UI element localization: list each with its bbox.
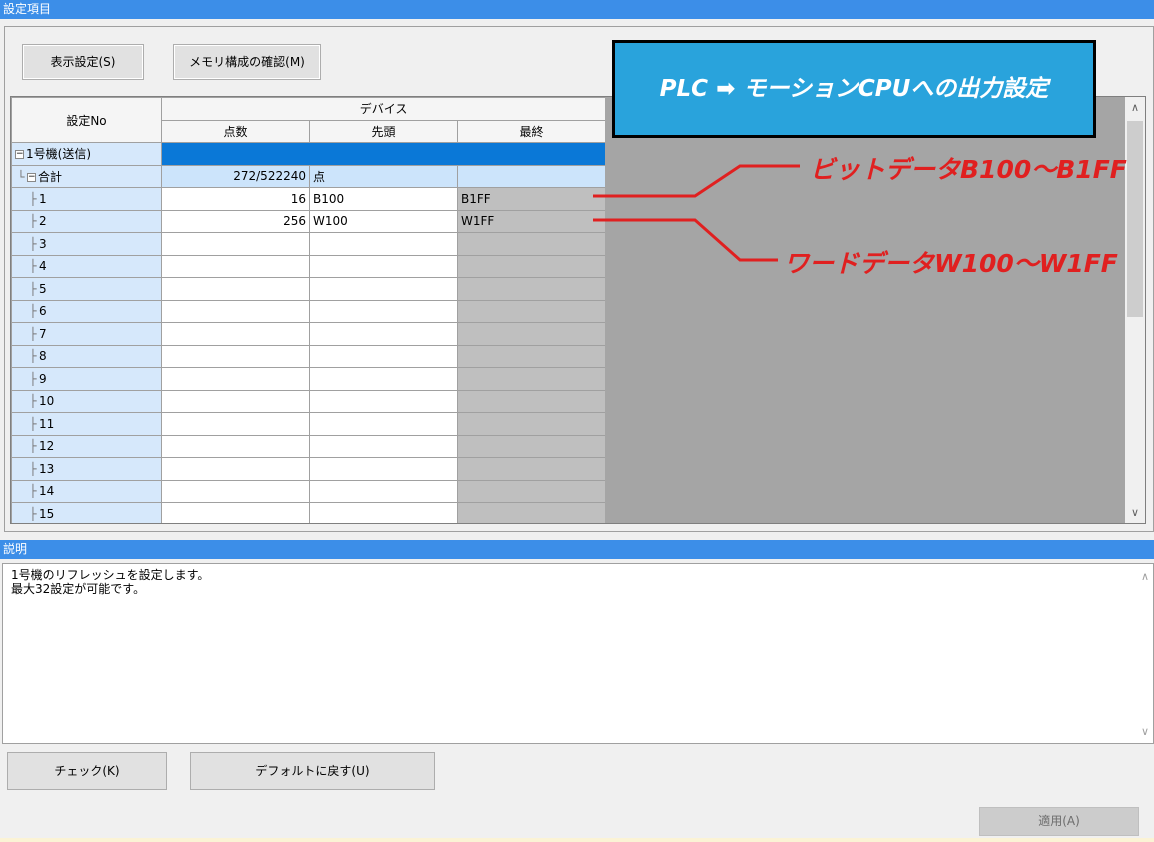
word-data-annotation: ワードデータW100～W1FF [784, 249, 1118, 278]
word-annotation-line [593, 218, 778, 262]
apply-button[interactable]: 適用(A) [979, 807, 1139, 836]
reset-default-button[interactable]: デフォルトに戻す(U) [190, 752, 435, 790]
desc-scroll-up-icon[interactable]: ∧ [1141, 570, 1149, 584]
description-area: 1号機のリフレッシュを設定します。 最大32設定が可能です。 ∧ ∨ [2, 563, 1154, 744]
bit-data-annotation: ビットデータB100～B1FF [810, 155, 1127, 184]
description-section-header: 説明 [0, 540, 1154, 559]
description-line: 最大32設定が可能です。 [11, 582, 146, 596]
bit-annotation-line [593, 164, 800, 198]
description-line: 1号機のリフレッシュを設定します。 [11, 568, 210, 582]
desc-scroll-down-icon[interactable]: ∨ [1141, 725, 1149, 739]
status-bar [0, 838, 1154, 842]
description-header-label: 説明 [3, 542, 28, 556]
check-button[interactable]: チェック(K) [7, 752, 167, 790]
